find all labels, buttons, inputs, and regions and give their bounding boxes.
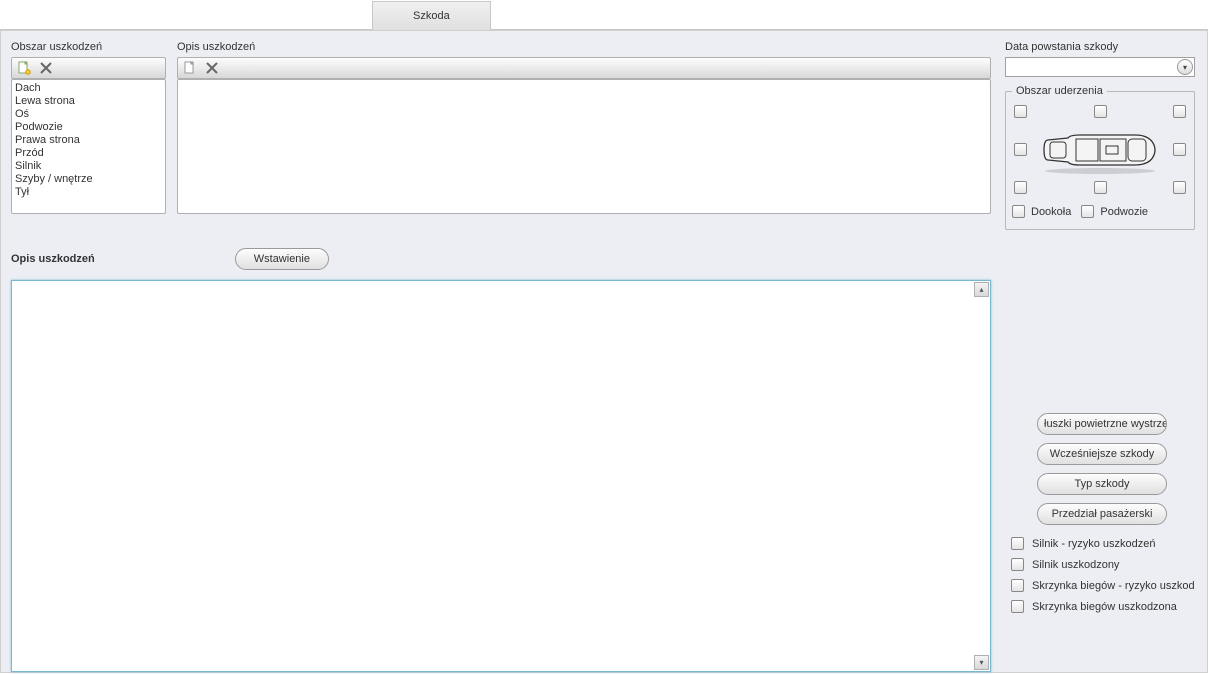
description-title: Opis uszkodzeń [11,253,95,265]
dropdown-icon[interactable]: ▾ [1177,59,1193,75]
damage-desc-toolbar [177,57,991,79]
gearbox-damaged-label: Skrzynka biegów uszkodzona [1032,601,1177,613]
main-panel: Obszar uszkodzeń Dach Lewa strona Oś Pod… [0,30,1208,673]
list-item[interactable]: Szyby / wnętrze [15,173,162,186]
impact-top-right-checkbox[interactable] [1173,105,1186,118]
impact-mid-left-checkbox[interactable] [1014,143,1027,156]
list-item[interactable]: Silnik [15,160,162,173]
list-item[interactable]: Tył [15,186,162,199]
tab-szkoda[interactable]: Szkoda [372,1,491,30]
insert-button[interactable]: Wstawienie [235,248,329,270]
airbags-button[interactable]: łuszki powietrzne wystrze [1037,413,1167,435]
impact-bot-left-checkbox[interactable] [1014,181,1027,194]
impact-chassis-checkbox[interactable] [1081,205,1094,218]
right-panel: Data powstania szkody ▾ Obszar uderzenia [1005,41,1199,230]
list-item[interactable]: Prawa strona [15,134,162,147]
impact-grid [1012,105,1188,193]
impact-area-legend: Obszar uderzenia [1012,85,1107,97]
gearbox-damaged-checkbox[interactable] [1011,600,1024,613]
impact-around-checkbox[interactable] [1012,205,1025,218]
gearbox-risk-checkbox[interactable] [1011,579,1024,592]
list-item[interactable]: Przód [15,147,162,160]
impact-around-label: Dookoła [1031,206,1071,218]
description-section: Opis uszkodzeń Wstawienie ▴ ▾ [11,246,991,672]
description-textarea[interactable] [12,281,974,669]
damage-area-label: Obszar uszkodzeń [11,41,166,53]
gearbox-risk-label: Skrzynka biegów - ryzyko uszkod [1032,580,1195,592]
engine-risk-label: Silnik - ryzyko uszkodzeń [1032,538,1156,550]
impact-top-left-checkbox[interactable] [1014,105,1027,118]
damage-desc-list[interactable] [177,79,991,214]
damage-desc-panel: Opis uszkodzeń [177,41,991,214]
delete-icon[interactable] [204,60,220,76]
damage-area-panel: Obszar uszkodzeń Dach Lewa strona Oś Pod… [11,41,166,214]
impact-mid-right-checkbox[interactable] [1173,143,1186,156]
description-textarea-wrap: ▴ ▾ [11,280,991,672]
list-item[interactable]: Lewa strona [15,95,162,108]
engine-damaged-label: Silnik uszkodzony [1032,559,1119,571]
right-button-stack: łuszki powietrzne wystrze Wcześniejsze s… [1037,413,1177,525]
damage-type-button[interactable]: Typ szkody [1037,473,1167,495]
impact-bot-center-checkbox[interactable] [1094,181,1107,194]
right-checkbox-stack: Silnik - ryzyko uszkodzeń Silnik uszkodz… [1011,537,1207,613]
car-icon [1040,125,1160,175]
impact-top-center-checkbox[interactable] [1094,105,1107,118]
impact-chassis-label: Podwozie [1100,206,1148,218]
tab-bar: Szkoda [0,0,1208,30]
delete-icon[interactable] [38,60,54,76]
list-item[interactable]: Podwozie [15,121,162,134]
scroll-down-icon[interactable]: ▾ [974,655,989,670]
engine-risk-checkbox[interactable] [1011,537,1024,550]
impact-bot-right-checkbox[interactable] [1173,181,1186,194]
list-item[interactable]: Dach [15,82,162,95]
impact-extra-row: Dookoła Podwozie [1012,205,1188,218]
list-item[interactable]: Oś [15,108,162,121]
damage-area-toolbar [11,57,166,79]
scroll-up-icon[interactable]: ▴ [974,282,989,297]
damage-date-input[interactable]: ▾ [1005,57,1195,77]
damage-desc-label: Opis uszkodzeń [177,41,991,53]
impact-area-group: Obszar uderzenia [1005,85,1195,230]
damage-area-list[interactable]: Dach Lewa strona Oś Podwozie Prawa stron… [11,79,166,214]
engine-damaged-checkbox[interactable] [1011,558,1024,571]
new-icon[interactable] [182,60,198,76]
date-label: Data powstania szkody [1005,41,1199,53]
previous-damage-button[interactable]: Wcześniejsze szkody [1037,443,1167,465]
passenger-compartment-button[interactable]: Przedział pasażerski [1037,503,1167,525]
new-icon[interactable] [16,60,32,76]
